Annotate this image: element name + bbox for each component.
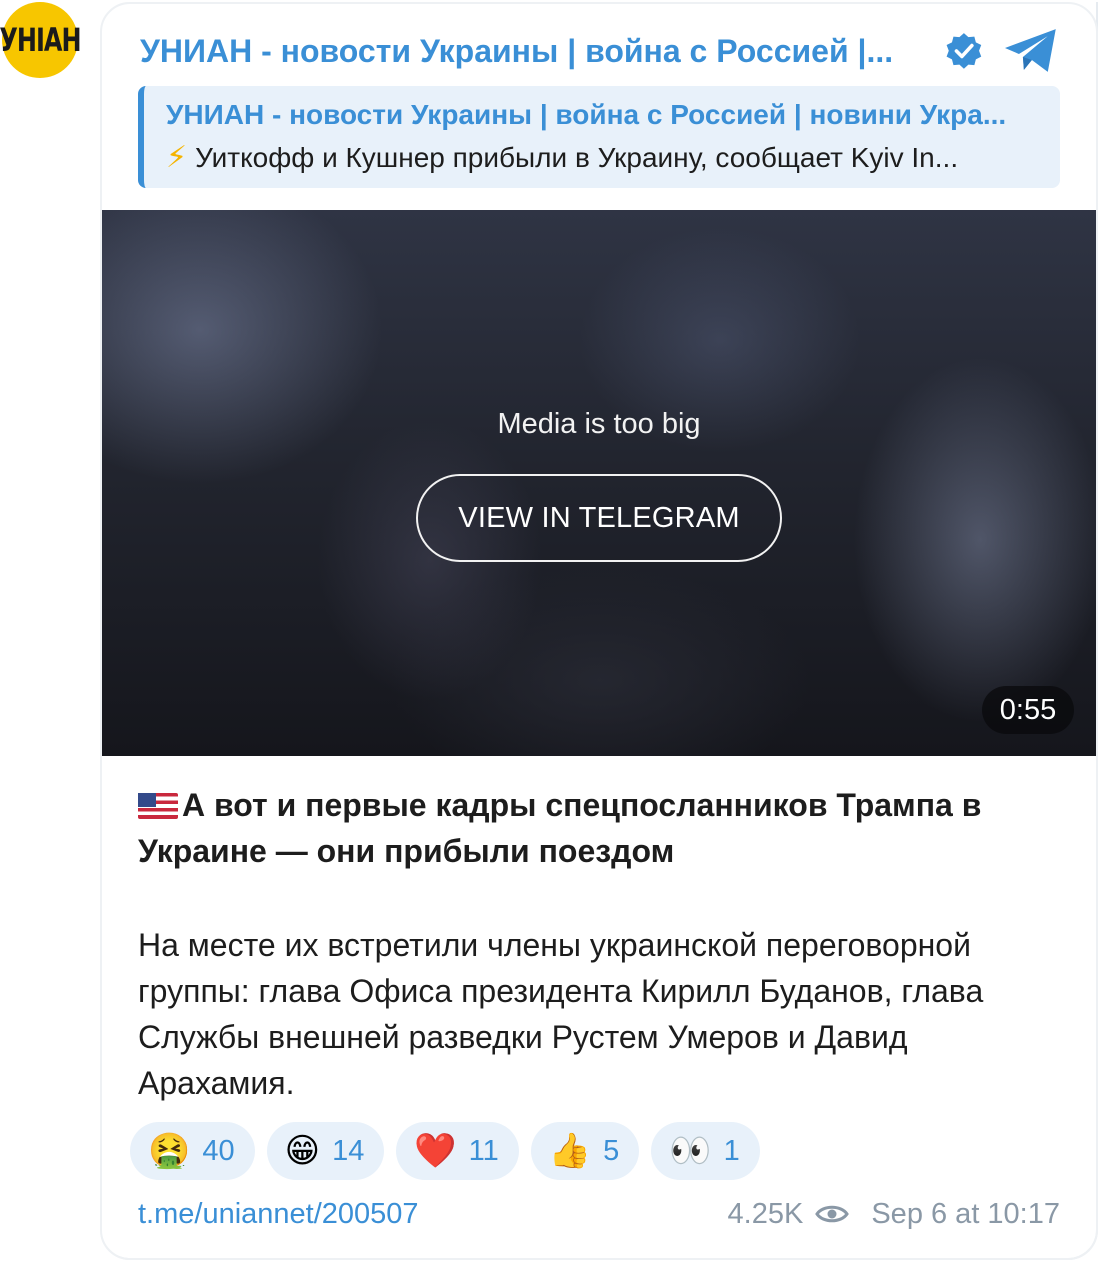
reaction-count: 40 [202,1134,235,1167]
reactions-bar: 🤮 40 😁 14 ❤️ 11 👍 5 👀 1 [130,1122,760,1180]
channel-title[interactable]: УНИАН - новости Украины | война с Россие… [140,33,926,70]
telegram-plane-icon[interactable] [1002,26,1060,76]
grinning-face-icon: 😁 [284,1132,321,1170]
telegram-post-widget: УНIАН УНИАН - новости Украины | война с … [0,0,1100,1263]
video-duration-badge: 0:55 [982,686,1074,734]
media-too-big-message: Media is too big [497,408,701,440]
view-count: 4.25K [727,1197,804,1230]
reaction-count: 1 [723,1134,740,1167]
video-preview[interactable]: Media is too big VIEW IN TELEGRAM 0:55 [100,210,1096,756]
post-body: На месте их встретили члены украинской п… [138,927,984,1101]
reaction-count: 5 [603,1134,620,1167]
post-headline: А вот и первые кадры спецпосланников Тра… [138,782,1058,874]
thumbs-up-icon: 👍 [548,1132,592,1170]
lightning-icon: ⚡ [166,141,188,174]
post-header: УНИАН - новости Украины | война с Россие… [140,26,1060,76]
view-in-telegram-button[interactable]: VIEW IN TELEGRAM [416,474,782,562]
vomiting-face-icon: 🤮 [148,1132,191,1170]
channel-avatar[interactable]: УНIАН [0,2,82,78]
reaction-count: 11 [468,1134,499,1167]
reply-title: УНИАН - новости Украины | война с Россие… [166,99,1007,130]
avatar-text: УНIАН [0,21,82,59]
reaction-heart[interactable]: ❤️ 11 [396,1122,519,1180]
verified-badge-icon [947,33,982,69]
post-footer: t.me/uniannet/200507 4.25K Sep 6 at 10:1… [138,1192,1060,1236]
eye-icon [815,1205,850,1223]
reaction-grin[interactable]: 😁 14 [266,1122,385,1180]
reaction-vomit[interactable]: 🤮 40 [130,1122,255,1180]
post-timestamp[interactable]: Sep 6 at 10:17 [871,1198,1060,1231]
headline-text: А вот и первые кадры спецпосланников Тра… [138,787,982,869]
eyes-icon: 👀 [669,1132,712,1170]
forwarded-reply-block[interactable]: УНИАН - новости Украины | война с Россие… [138,86,1060,188]
reaction-count: 14 [332,1134,365,1167]
reaction-thumbs-up[interactable]: 👍 5 [530,1122,640,1180]
reaction-eyes[interactable]: 👀 1 [651,1122,760,1180]
reply-text: ⚡ Уиткофф и Кушнер прибыли в Украину, со… [166,138,1040,178]
us-flag-icon [138,793,178,819]
post-card: УНИАН - новости Украины | война с Россие… [100,2,1098,1260]
heart-icon: ❤️ [414,1132,457,1170]
reply-snippet: Уиткофф и Кушнер прибыли в Украину, сооб… [195,142,959,173]
post-link[interactable]: t.me/uniannet/200507 [138,1198,728,1231]
